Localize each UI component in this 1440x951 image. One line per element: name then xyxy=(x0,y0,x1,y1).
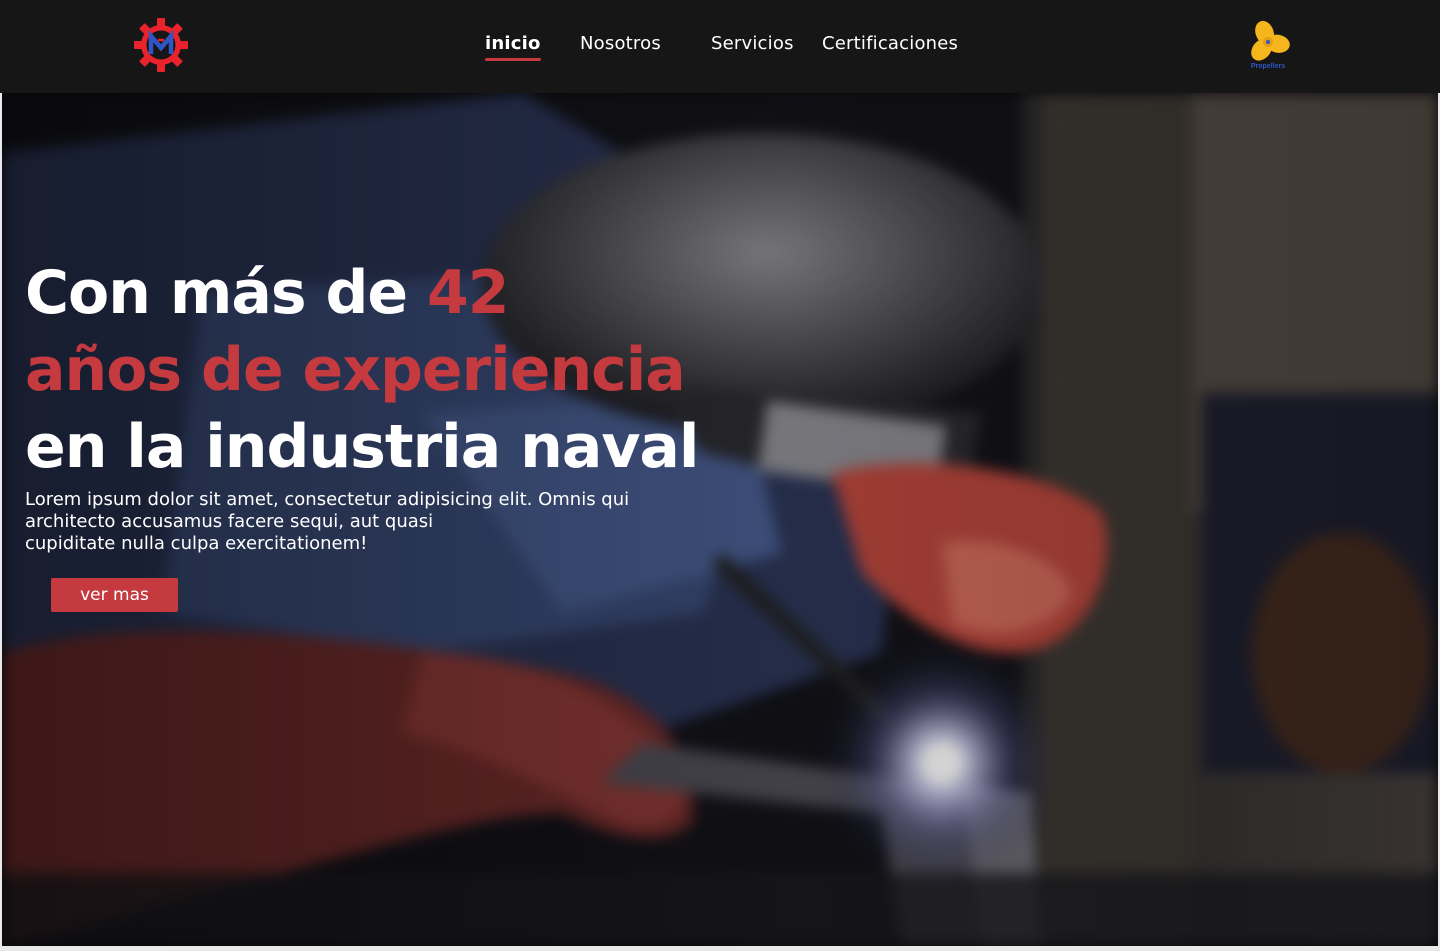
nav-certificaciones[interactable]: Certificaciones xyxy=(822,33,958,54)
hero-description: Lorem ipsum dolor sit amet, consectetur … xyxy=(25,489,655,555)
description-line-2: architecto accusamus facere sequi, aut q… xyxy=(25,511,434,532)
main-nav: inicio Nosotros Servicios Certificacione… xyxy=(0,0,1440,93)
nav-inicio[interactable]: inicio xyxy=(485,33,541,61)
propeller-logo-text: Propellers xyxy=(1251,63,1285,70)
propeller-logo[interactable]: Propellers xyxy=(1243,20,1293,72)
description-line-3: cupiditate nulla culpa exercitationem! xyxy=(25,533,368,554)
headline-line-3: en la industria naval xyxy=(25,412,699,482)
hero-headline: Con más de 42 años de experiencia en la … xyxy=(25,255,699,486)
nav-nosotros[interactable]: Nosotros xyxy=(580,33,661,54)
site-header: inicio Nosotros Servicios Certificacione… xyxy=(0,0,1440,93)
headline-line-1: Con más de 42 xyxy=(25,255,698,332)
hero-section: Con más de 42 años de experiencia en la … xyxy=(2,93,1438,946)
landing-page: inicio Nosotros Servicios Certificacione… xyxy=(0,0,1440,951)
headline-line-2: años de experiencia xyxy=(25,335,686,405)
headline-years: 42 xyxy=(427,258,509,328)
nav-servicios[interactable]: Servicios xyxy=(711,33,794,54)
ver-mas-button[interactable]: ver mas xyxy=(51,578,178,612)
description-line-1: Lorem ipsum dolor sit amet, consectetur … xyxy=(25,489,630,510)
headline-text: Con más de xyxy=(25,258,427,328)
